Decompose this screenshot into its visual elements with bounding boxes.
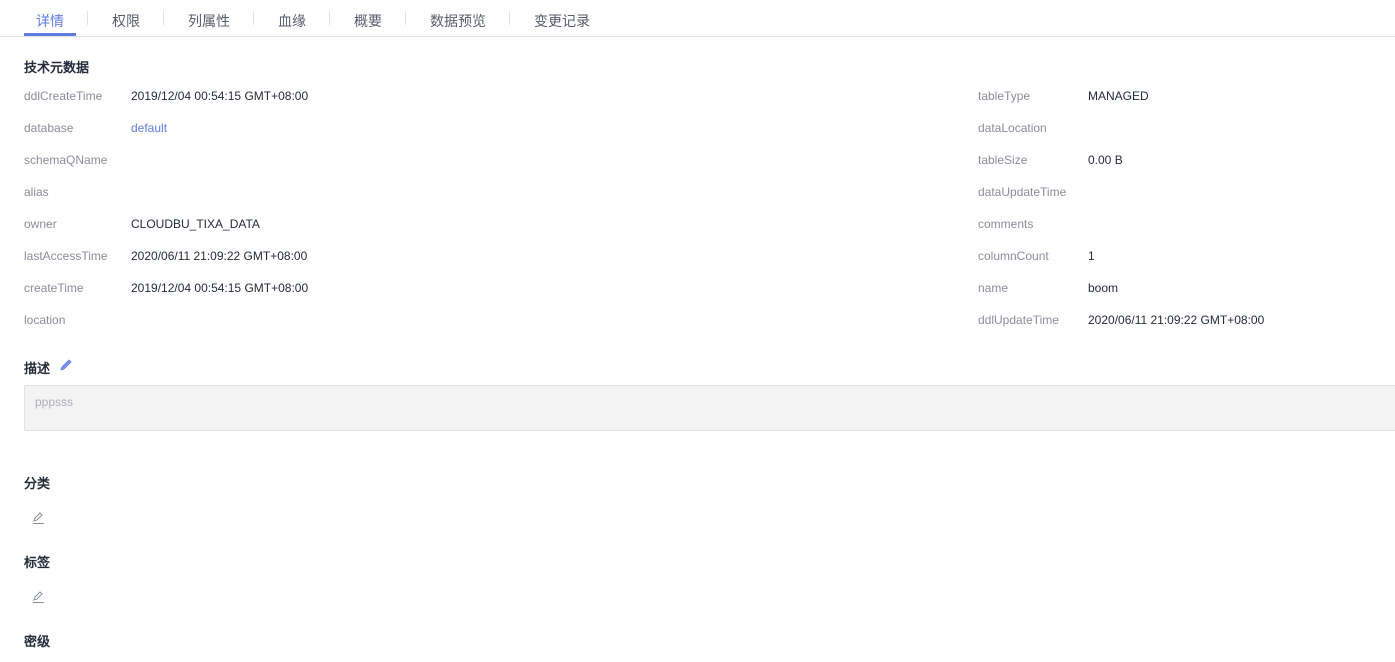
active-tab-indicator: [24, 33, 76, 36]
field-value-lastAccessTime: 2020/06/11 21:09:22 GMT+08:00: [131, 249, 308, 263]
field-value-ddlUpdateTime: 2020/06/11 21:09:22 GMT+08:00: [1088, 313, 1265, 327]
field-label: dataUpdateTime: [978, 185, 1067, 199]
tab-overview[interactable]: 概要: [354, 11, 382, 31]
field-value-tableSize: 0.00 B: [1088, 153, 1123, 167]
tab-lineage[interactable]: 血缘: [278, 11, 306, 31]
field-label: name: [978, 281, 1009, 295]
field-label: schemaQName: [24, 153, 108, 167]
field-value-tableType: MANAGED: [1088, 89, 1149, 103]
tab-divider: [329, 11, 330, 25]
tab-divider: [163, 11, 164, 25]
field-label: alias: [24, 185, 49, 199]
edit-category-icon[interactable]: [31, 511, 45, 525]
field-value-ddlCreateTime: 2019/12/04 00:54:15 GMT+08:00: [131, 89, 309, 103]
field-label: lastAccessTime: [24, 249, 108, 263]
field-label: location: [24, 313, 66, 327]
edit-description-icon[interactable]: [59, 358, 73, 372]
tab-divider: [509, 11, 510, 25]
tab-change-log[interactable]: 变更记录: [534, 11, 590, 31]
field-label: ddlUpdateTime: [978, 313, 1059, 327]
field-value-owner: CLOUDBU_TIXA_DATA: [131, 217, 260, 231]
field-label: dataLocation: [978, 121, 1047, 135]
description-text: pppsss: [35, 395, 74, 409]
field-label: database: [24, 121, 74, 135]
field-value-createTime: 2019/12/04 00:54:15 GMT+08:00: [131, 281, 309, 295]
tab-data-preview[interactable]: 数据预览: [430, 11, 486, 31]
tab-divider: [87, 11, 88, 25]
tab-bar: 详情 权限 列属性 血缘 概要 数据预览 变更记录: [0, 0, 1395, 37]
field-value-columnCount: 1: [1088, 249, 1095, 263]
edit-tags-icon[interactable]: [31, 590, 45, 604]
field-label: tableType: [978, 89, 1031, 103]
field-value-name: boom: [1088, 281, 1119, 295]
field-label: createTime: [24, 281, 84, 295]
field-label: tableSize: [978, 153, 1028, 167]
field-label: columnCount: [978, 249, 1049, 263]
field-label: comments: [978, 217, 1034, 231]
field-label: owner: [24, 217, 57, 231]
field-label: ddlCreateTime: [24, 89, 103, 103]
tab-details[interactable]: 详情: [36, 11, 64, 31]
section-title-tags: 标签: [24, 555, 51, 570]
tab-permissions[interactable]: 权限: [112, 11, 140, 31]
section-title-category: 分类: [24, 476, 51, 491]
tab-column-attributes[interactable]: 列属性: [188, 11, 230, 31]
section-title-description: 描述: [24, 361, 51, 376]
tab-divider: [405, 11, 406, 25]
section-title-technical-metadata: 技术元数据: [24, 60, 90, 75]
section-title-security-level: 密级: [24, 634, 51, 649]
field-value-database[interactable]: default: [131, 121, 167, 135]
description-box: pppsss: [24, 385, 1395, 431]
tab-divider: [253, 11, 254, 25]
